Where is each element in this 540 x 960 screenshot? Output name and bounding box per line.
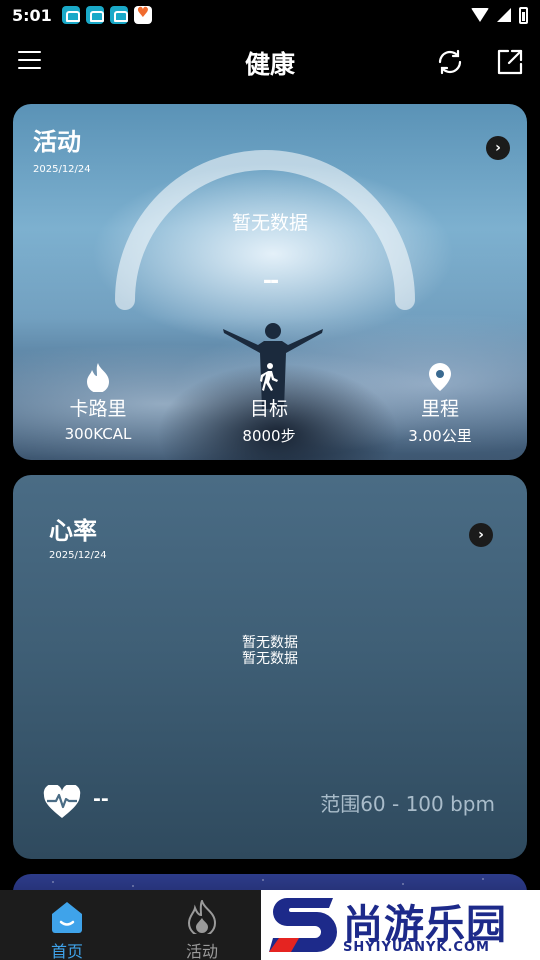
watermark-logo: 尚游乐园 SHYIYUANYK.COM [261, 890, 540, 960]
battery-icon [519, 6, 528, 24]
stat-label: 目标 [249, 398, 288, 420]
flame-icon [87, 363, 109, 392]
activity-date: 2025/12/24 [33, 164, 91, 175]
car-app-notification-icon [61, 6, 80, 24]
home-icon [52, 902, 82, 933]
signal-icon [497, 8, 511, 22]
wifi-icon [471, 8, 489, 22]
gauge-empty-text: 暂无数据 [231, 212, 308, 234]
nav-home-label: 首页 [50, 942, 83, 960]
car-app-notification-icon [85, 6, 104, 24]
gauge-value: -- [262, 269, 279, 294]
heart-rate-empty-text: 暂无数据 [242, 635, 298, 651]
stat-value: 300KCAL [64, 425, 132, 443]
heart-rate-empty-text: 暂无数据 [242, 651, 298, 667]
stat-goal: 目标 8000步 [204, 362, 334, 446]
heart-rate-range: 范围60 - 100 bpm [320, 792, 495, 816]
location-pin-icon [429, 363, 451, 391]
car-app-notification-icon [109, 6, 128, 24]
nav-home[interactable]: 首页 [17, 890, 117, 960]
watermark-s-logo-icon [269, 898, 337, 952]
heart-rate-date: 2025/12/24 [49, 550, 107, 561]
heart-rate-title: 心率 [49, 517, 97, 545]
share-icon[interactable] [496, 48, 524, 76]
watermark-url: SHYIYUANYK.COM [343, 940, 490, 955]
stat-calories: 卡路里 300KCAL [33, 362, 163, 443]
stat-label: 里程 [420, 398, 459, 420]
nav-activity-label: 活动 [185, 942, 218, 960]
heart-rate-card[interactable]: 心率 2025/12/24 › 暂无数据 暂无数据 -- 范围60 - 100 … [13, 475, 527, 859]
activity-title: 活动 [33, 128, 81, 156]
stat-label: 卡路里 [69, 398, 127, 420]
stat-distance: 里程 3.00公里 [375, 362, 505, 446]
heart-app-notification-icon [133, 5, 152, 24]
heart-rate-chevron-right-icon[interactable]: › [469, 523, 493, 547]
walking-icon [260, 363, 278, 391]
heart-rate-value: -- [93, 788, 109, 810]
nav-activity[interactable]: 活动 [152, 890, 252, 960]
app-bar: 健康 [0, 38, 540, 84]
activity-chevron-right-icon[interactable]: › [486, 136, 510, 160]
activity-card[interactable]: 活动 2025/12/24 › 暂无数据 -- 卡路里 300KCAL 目标 8… [13, 104, 527, 460]
status-indicators [471, 6, 528, 24]
stat-value: 8000步 [242, 427, 296, 445]
refresh-icon[interactable] [436, 48, 464, 76]
stat-value: 3.00公里 [408, 427, 472, 445]
status-time: 5:01 [12, 5, 52, 25]
status-bar: 5:01 [0, 0, 540, 30]
flame-icon [187, 900, 217, 934]
heart-pulse-icon [43, 785, 81, 818]
